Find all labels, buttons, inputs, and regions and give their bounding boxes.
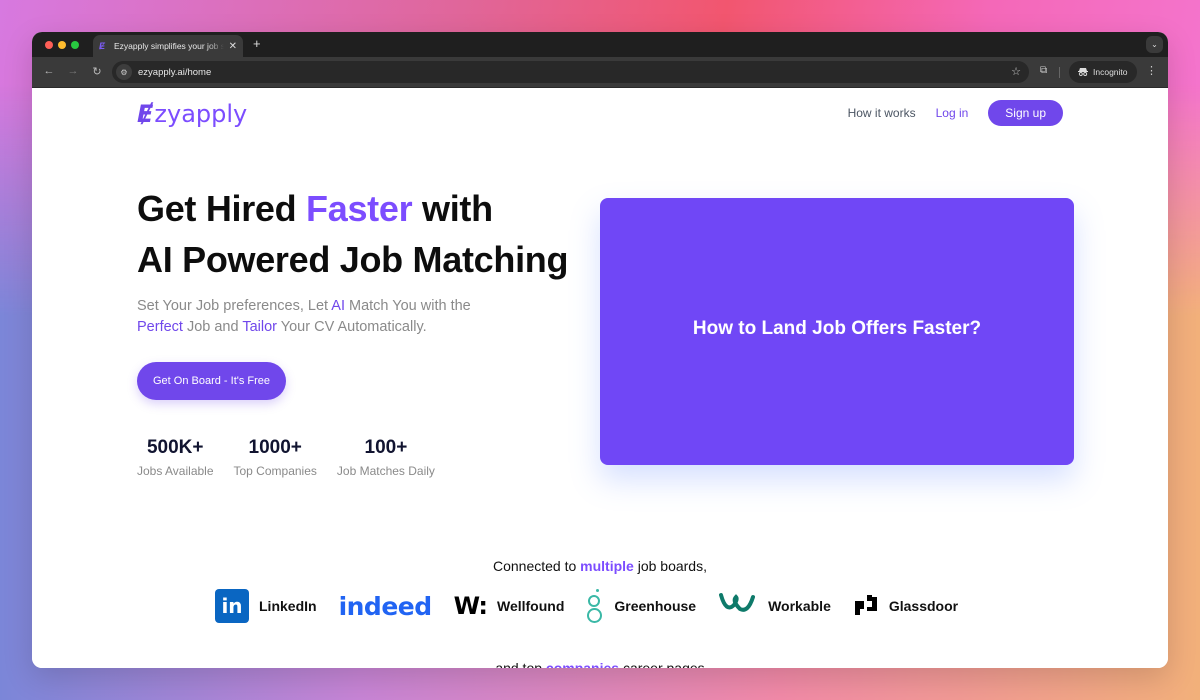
new-tab-button[interactable]: + [253, 36, 261, 51]
heading-text: career pages [619, 660, 705, 668]
login-link[interactable]: Log in [936, 106, 969, 120]
logo-text: zyapply [154, 100, 248, 128]
board-name: Glassdoor [888, 598, 959, 614]
browser-tab-active[interactable]: Ɇ Ezyapply simplifies your job search ✕ [93, 35, 243, 57]
tab-search-button[interactable]: ⌄ [1146, 36, 1163, 53]
hero-subtitle: Set Your Job preferences, Let AI Match Y… [137, 296, 517, 338]
stat-value: 1000+ [248, 437, 302, 458]
close-tab-icon[interactable]: ✕ [229, 41, 237, 52]
hero-title-line2: AI Powered Job Matching [137, 239, 569, 280]
url-text[interactable]: ezyapply.ai/home [138, 67, 211, 78]
job-boards-row: in LinkedIn indeed W: Wellfound Greenhou… [215, 587, 980, 625]
board-greenhouse: Greenhouse [586, 587, 696, 625]
hero-title: Get Hired Faster with AI Powered Job Mat… [137, 183, 568, 285]
heading-highlight: companies [545, 660, 620, 668]
address-bar[interactable]: ⚙ ezyapply.ai/home ☆ [112, 61, 1029, 83]
bookmark-star-icon[interactable]: ☆ [1011, 65, 1021, 78]
toolbar-divider [1059, 67, 1060, 78]
heading-text: Connected to [492, 558, 581, 574]
hero-title-accent: Faster [306, 188, 413, 229]
extensions-icon[interactable]: ⧉ [1040, 65, 1047, 76]
intro-video-card[interactable]: How to Land Job Offers Faster? [600, 198, 1074, 465]
browser-menu-icon[interactable]: ⋮ [1146, 64, 1157, 77]
video-title: How to Land Job Offers Faster? [692, 318, 982, 339]
heading-text: and top [495, 660, 546, 668]
stat-label: Jobs Available [137, 464, 214, 478]
reload-button[interactable]: ↻ [86, 65, 108, 78]
incognito-icon [1078, 67, 1088, 78]
incognito-profile-button[interactable]: Incognito [1069, 61, 1137, 83]
subtitle-highlight: AI [331, 298, 345, 314]
stat-top-companies: 1000+ Top Companies [234, 437, 317, 478]
career-pages-heading: and top companies career pages [32, 660, 1168, 668]
stat-label: Job Matches Daily [336, 464, 435, 478]
forward-button[interactable]: → [62, 65, 84, 78]
glassdoor-icon [853, 593, 879, 619]
window-controls [45, 41, 79, 49]
board-name: LinkedIn [259, 598, 317, 614]
main-nav: How it works Log in Sign up [848, 100, 1063, 126]
subtitle-text: Set Your Job preferences, Let [137, 298, 332, 314]
heading-text: job boards, [633, 558, 707, 574]
linkedin-icon: in [215, 589, 249, 623]
incognito-label: Incognito [1093, 67, 1128, 77]
subtitle-highlight: Perfect [137, 319, 183, 335]
ezyapply-logo-mark-icon: Ɇ [137, 100, 154, 128]
board-name: Workable [768, 598, 831, 614]
wellfound-icon: W: [453, 592, 488, 620]
hero-title-part: with [412, 188, 493, 229]
stats-row: 500K+ Jobs Available 1000+ Top Companies… [137, 437, 435, 478]
job-boards-heading: Connected to multiple job boards, [32, 558, 1168, 574]
board-name: Greenhouse [614, 598, 697, 614]
close-window-button[interactable] [45, 41, 53, 49]
back-button[interactable]: ← [38, 65, 60, 78]
board-glassdoor: Glassdoor [853, 593, 958, 619]
board-name: Wellfound [496, 598, 565, 614]
heading-highlight: multiple [580, 558, 634, 574]
tab-bar: Ɇ Ezyapply simplifies your job search ✕ … [32, 32, 1168, 57]
tab-title: Ezyapply simplifies your job search [114, 41, 224, 51]
stat-job-matches: 100+ Job Matches Daily [337, 437, 435, 478]
board-workable: Workable [718, 591, 831, 621]
workable-icon [718, 591, 758, 621]
indeed-logo-icon: indeed [338, 591, 433, 621]
hero-title-part: Get Hired [137, 188, 307, 229]
board-linkedin: in LinkedIn [215, 589, 317, 623]
ezyapply-favicon-icon: Ɇ [99, 41, 106, 51]
stat-label: Top Companies [233, 464, 317, 478]
subtitle-highlight: Tailor [242, 319, 277, 335]
browser-window: Ɇ Ezyapply simplifies your job search ✕ … [32, 32, 1168, 668]
board-indeed: indeed [338, 591, 433, 621]
how-it-works-link[interactable]: How it works [848, 106, 916, 120]
web-page: Ɇ zyapply How it works Log in Sign up Ge… [32, 88, 1168, 668]
stat-value: 100+ [364, 437, 408, 458]
subtitle-text: Job and [182, 319, 243, 335]
subtitle-text: Your CV Automatically. [277, 319, 427, 335]
signup-button[interactable]: Sign up [988, 100, 1063, 126]
browser-toolbar: ← → ↻ ⚙ ezyapply.ai/home ☆ ⧉ Incognito ⋮ [32, 57, 1168, 88]
site-info-icon[interactable]: ⚙ [116, 64, 132, 80]
stat-jobs-available: 500K+ Jobs Available [137, 437, 214, 478]
board-wellfound: W: Wellfound [454, 592, 565, 620]
greenhouse-icon [586, 587, 604, 625]
ezyapply-logo[interactable]: Ɇ zyapply [137, 100, 247, 128]
subtitle-text: Match You with the [344, 298, 471, 314]
minimize-window-button[interactable] [58, 41, 66, 49]
stat-value: 500K+ [146, 437, 204, 458]
maximize-window-button[interactable] [71, 41, 79, 49]
get-on-board-button[interactable]: Get On Board - It's Free [137, 362, 287, 400]
